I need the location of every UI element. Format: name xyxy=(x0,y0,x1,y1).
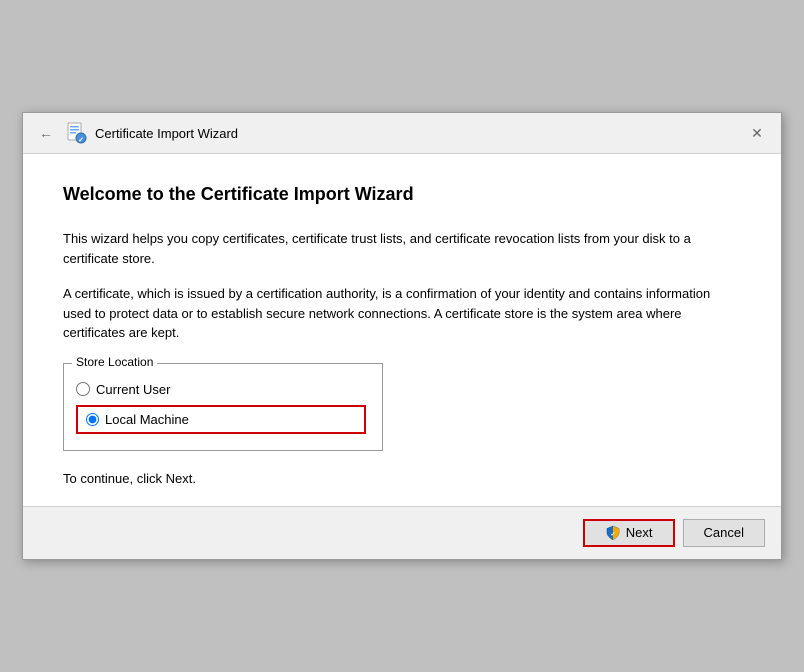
store-location-legend: Store Location xyxy=(72,355,157,369)
back-button[interactable]: ← xyxy=(35,123,57,143)
current-user-option[interactable]: Current User xyxy=(76,382,366,397)
title-bar: ← ✓ Certificate Import Wizard ✕ xyxy=(23,113,781,154)
footer: ✓ Next Cancel xyxy=(23,506,781,559)
description-1: This wizard helps you copy certificates,… xyxy=(63,229,741,268)
wizard-content: Welcome to the Certificate Import Wizard… xyxy=(23,154,781,506)
cancel-button[interactable]: Cancel xyxy=(683,519,765,547)
local-machine-label[interactable]: Local Machine xyxy=(105,412,189,427)
local-machine-radio[interactable] xyxy=(86,413,99,426)
description-2: A certificate, which is issued by a cert… xyxy=(63,284,741,343)
next-label: Next xyxy=(626,525,653,540)
next-button[interactable]: ✓ Next xyxy=(583,519,675,547)
cancel-label: Cancel xyxy=(704,525,744,540)
store-location-group: Store Location Current User Local Machin… xyxy=(63,363,383,451)
close-button[interactable]: ✕ xyxy=(745,121,769,145)
svg-text:✓: ✓ xyxy=(78,137,84,144)
local-machine-row[interactable]: Local Machine xyxy=(76,405,366,434)
wizard-window: ← ✓ Certificate Import Wizard ✕ Welcome … xyxy=(22,112,782,560)
title-bar-left: ← ✓ Certificate Import Wizard xyxy=(35,122,238,144)
continue-text: To continue, click Next. xyxy=(63,471,741,486)
page-title: Welcome to the Certificate Import Wizard xyxy=(63,184,741,205)
current-user-label[interactable]: Current User xyxy=(96,382,170,397)
shield-icon: ✓ xyxy=(605,525,621,541)
wizard-icon: ✓ xyxy=(65,122,87,144)
svg-text:✓: ✓ xyxy=(610,532,615,538)
window-title: Certificate Import Wizard xyxy=(95,126,238,141)
current-user-radio[interactable] xyxy=(76,382,90,396)
